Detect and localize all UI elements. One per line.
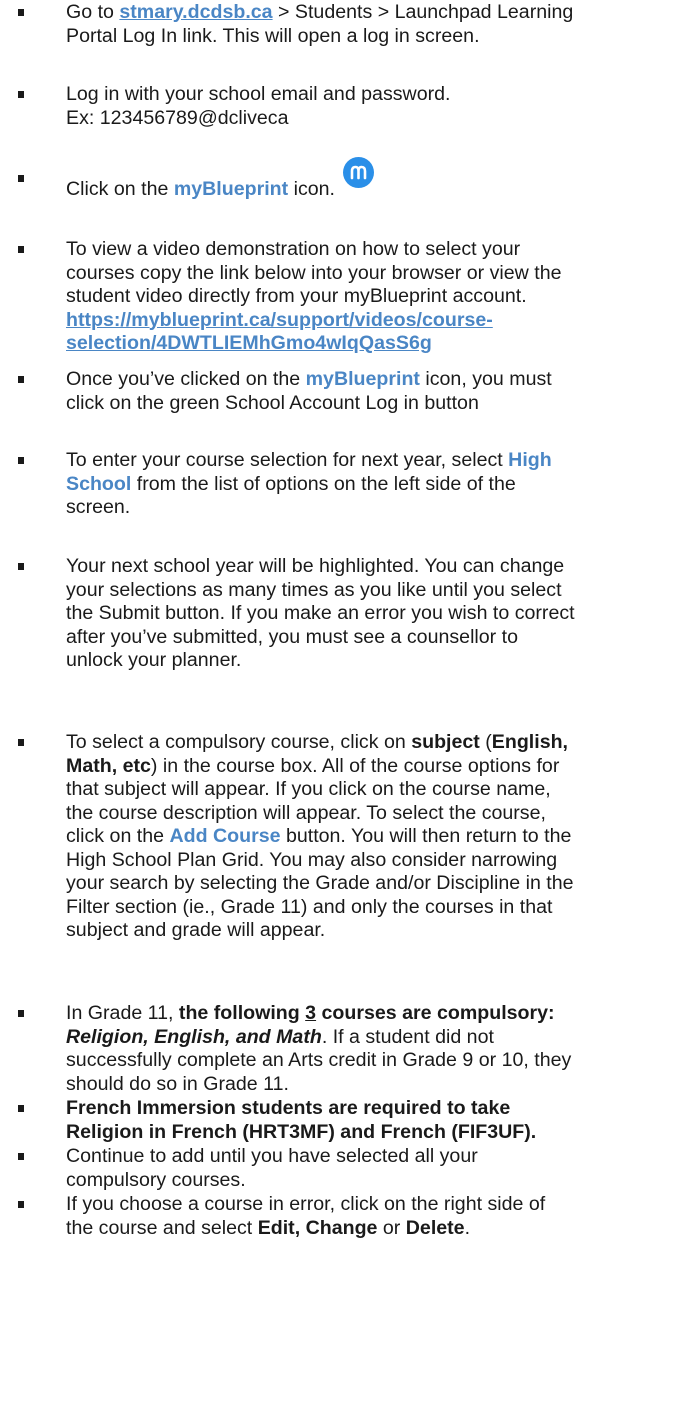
step-grade-11-compulsory: In Grade 11, the following 3 courses are… <box>18 1002 666 1096</box>
school-site-link[interactable]: stmary.dcdsb.ca <box>119 1 272 23</box>
step-edit-course: If you choose a course in error, click o… <box>18 1193 666 1240</box>
step-select-high-school: To enter your course selection for next … <box>18 449 666 520</box>
step-log-in: Log in with your school email and passwo… <box>18 83 666 130</box>
step-french-immersion: French Immersion students are required t… <box>18 1097 666 1144</box>
step-continue-adding: Continue to add until you have selected … <box>18 1145 666 1192</box>
step-go-to-site: Go to stmary.dcdsb.ca > Students > Launc… <box>18 1 666 48</box>
video-demo-link[interactable]: https://myblueprint.ca/support/videos/co… <box>66 309 493 355</box>
step-next-school-year: Your next school year will be highlighte… <box>18 555 666 673</box>
step-school-account-login: Once you’ve clicked on the myBlueprint i… <box>18 368 666 415</box>
step-click-myblueprint: Click on the myBlueprint icon. <box>18 157 666 202</box>
step-select-compulsory-course: To select a compulsory course, click on … <box>18 731 666 943</box>
myblueprint-logo-icon[interactable] <box>343 157 375 188</box>
step-video-demo: To view a video demonstration on how to … <box>18 238 666 356</box>
